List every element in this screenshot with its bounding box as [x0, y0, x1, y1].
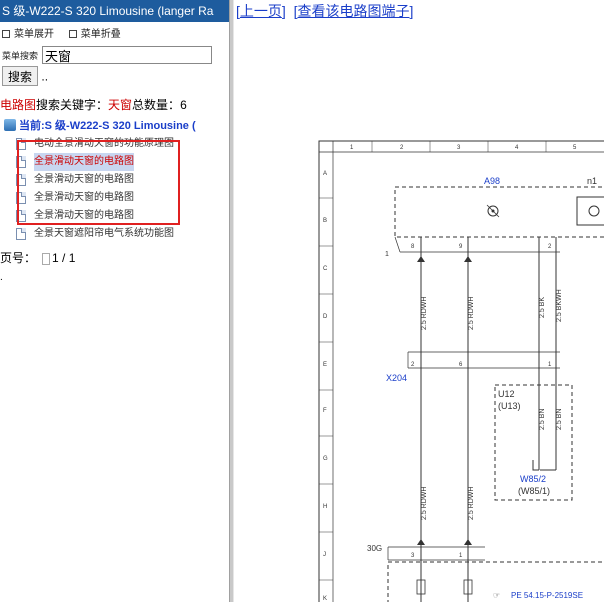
- wire-label: 2.5 RDWH: [468, 297, 475, 330]
- connector-number: 1: [385, 251, 389, 258]
- n1-label: n1: [587, 176, 597, 186]
- col-number: 1: [350, 145, 354, 151]
- summary-total: 6: [180, 98, 187, 112]
- wire-label: 2.5 BN: [539, 409, 546, 430]
- col-number: 2: [400, 145, 404, 151]
- pin-label: 2: [548, 244, 552, 250]
- summary-total-label: 总数量：: [132, 98, 181, 112]
- pin-label: 3: [411, 553, 415, 559]
- wire-label: 2.5 RDWH: [421, 297, 428, 330]
- expand-icon: [2, 30, 10, 39]
- col-number: 5: [573, 145, 577, 151]
- search-row: 菜单搜索: [0, 46, 229, 64]
- row-letter: F: [323, 408, 327, 414]
- search-label: 菜单搜索: [2, 50, 39, 61]
- w85-alt-label: (W85/1): [518, 486, 550, 496]
- row-letter: B: [323, 218, 327, 224]
- u12-label: U12: [498, 389, 515, 399]
- document-icon: [16, 228, 26, 240]
- wire-label: 2.5 RDWH: [421, 487, 428, 520]
- view-terminals-link[interactable]: 查看该电路图端子: [297, 3, 409, 19]
- pager: 页号： 1 / 1: [0, 251, 76, 265]
- search-button-row: 搜索 ..: [0, 66, 229, 86]
- page-box-icon: [42, 252, 51, 265]
- row-letter: A: [323, 171, 327, 177]
- pin-label: 8: [411, 244, 415, 250]
- search-input[interactable]: [42, 46, 212, 64]
- row-letter: K: [323, 596, 327, 602]
- col-number: 4: [515, 145, 519, 151]
- search-button[interactable]: 搜索: [2, 66, 39, 86]
- pin-label: 1: [459, 553, 463, 559]
- summary-category: 电路图: [0, 98, 37, 112]
- current-vehicle[interactable]: 当前:S 级-W222-S 320 Limousine (: [0, 117, 229, 133]
- reference-hand-icon: ☞: [493, 591, 500, 600]
- pin-label: 6: [459, 362, 463, 368]
- u13-label: (U13): [498, 401, 521, 411]
- row-letter: H: [323, 504, 327, 510]
- w85-label: W85/2: [520, 474, 546, 484]
- expand-menu-button[interactable]: 菜单展开: [2, 29, 54, 40]
- prev-page-link[interactable]: 上一页: [240, 3, 282, 19]
- diagram-panel: [上一页] [查看该电路图端子] 1 2 3 4 5 A B C D E F G: [234, 0, 604, 602]
- wire-label: 2.5 RDWH: [468, 487, 475, 520]
- computer-icon: [4, 119, 16, 131]
- left-panel: S 级-W222-S 320 Limousine (langer Ra 菜单展开…: [0, 0, 229, 602]
- pin-label: 2: [411, 362, 415, 368]
- x204-label: X204: [386, 373, 407, 383]
- pin-label: 1: [548, 362, 552, 368]
- a98-label: A98: [484, 176, 500, 186]
- summary-keyword: 天窗: [108, 98, 133, 112]
- row-letter: C: [323, 266, 328, 272]
- wire-label: 2.5 BKWH: [556, 289, 563, 322]
- diagram-links: [上一页] [查看该电路图端子]: [236, 3, 414, 19]
- g30-label: 30G: [367, 544, 382, 553]
- collapse-icon: [68, 30, 77, 39]
- col-number: 3: [457, 145, 461, 151]
- pin-label: 9: [459, 244, 463, 250]
- wire-label: 2.5 BK: [539, 297, 546, 318]
- row-letter: D: [323, 314, 328, 320]
- wire-label: 2.5 BN: [556, 409, 563, 430]
- highlight-box: [17, 140, 180, 225]
- reference-link[interactable]: PE 54.15-P-2519SE: [511, 591, 583, 600]
- tree-item[interactable]: 全景天窗遮阳帘电气系统功能图: [16, 225, 229, 243]
- circuit-diagram: 1 2 3 4 5 A B C D E F G H J K A98 n1 1 8…: [318, 140, 604, 602]
- summary-keyword-label: 搜索关键字：: [36, 98, 109, 112]
- vehicle-title: S 级-W222-S 320 Limousine (langer Ra: [0, 0, 229, 22]
- menu-controls: 菜单展开 菜单折叠: [0, 26, 229, 44]
- trail-dot: .: [0, 272, 3, 283]
- row-letter: J: [323, 552, 326, 558]
- row-letter: G: [323, 456, 328, 462]
- collapse-menu-button[interactable]: 菜单折叠: [68, 29, 121, 40]
- row-letter: E: [323, 362, 327, 368]
- search-summary: 电路图搜索关键字：天窗总数量：6: [0, 96, 229, 113]
- button-trailer: ..: [41, 69, 49, 84]
